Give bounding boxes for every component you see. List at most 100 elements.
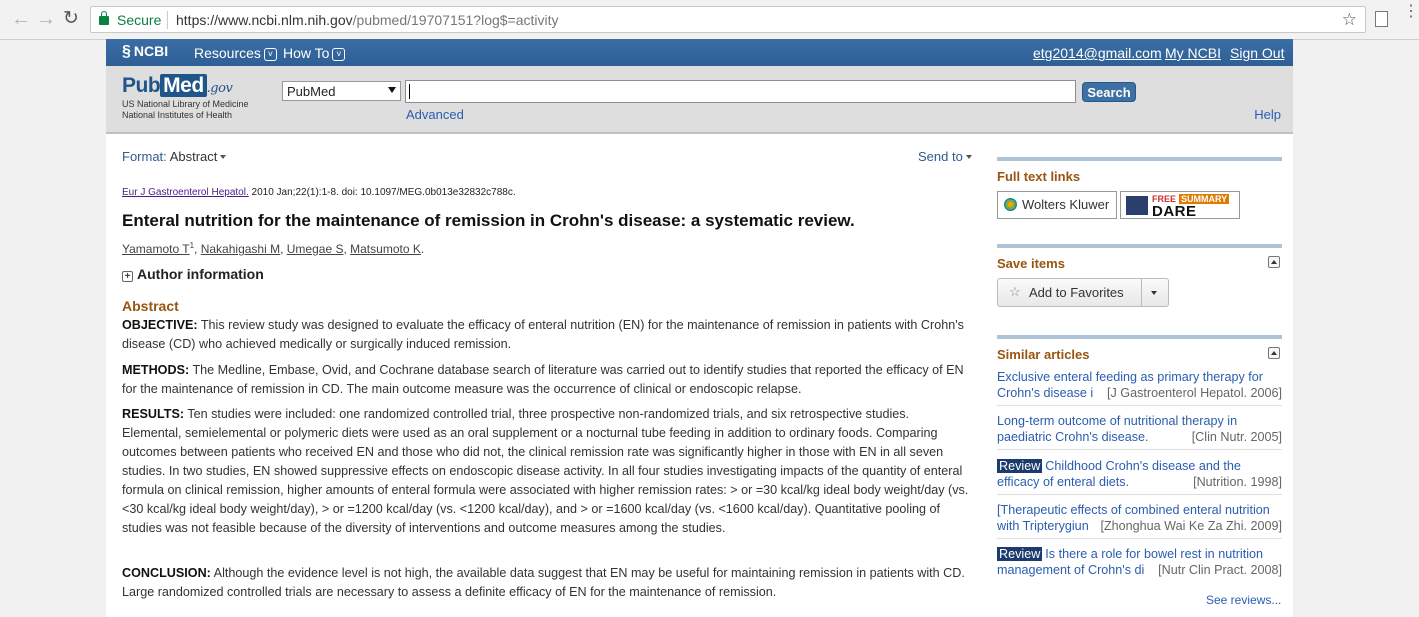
- resources-menu[interactable]: Resources ˅: [194, 45, 277, 61]
- caret-down-icon: [965, 155, 972, 159]
- full-text-links-heading: Full text links: [997, 169, 1081, 184]
- database-select[interactable]: PubMed: [282, 81, 401, 101]
- reload-icon[interactable]: ↻: [63, 9, 79, 29]
- caret-down-icon[interactable]: [1151, 291, 1157, 295]
- journal-link[interactable]: Eur J Gastroenterol Hepatol.: [122, 187, 249, 198]
- send-to-menu[interactable]: Send to: [918, 149, 972, 164]
- ncbi-helix-icon: §: [122, 43, 131, 60]
- section-label: METHODS:: [122, 363, 190, 377]
- section-text: The Medline, Embase, Ovid, and Cochrane …: [122, 363, 964, 396]
- browser-menu-icon[interactable]: ⋮: [1403, 4, 1419, 20]
- caret-down-icon: [220, 155, 227, 159]
- ncbi-brand: NCBI: [133, 43, 169, 59]
- similar-articles-heading: Similar articles: [997, 347, 1090, 362]
- text-cursor: [409, 84, 410, 99]
- add-to-favorites-button[interactable]: ☆ Add to Favorites: [997, 278, 1169, 307]
- expand-plus-icon: +: [122, 271, 133, 282]
- similar-source: [Nutr Clin Pract. 2008]: [1158, 563, 1282, 577]
- citation-line: Eur J Gastroenterol Hepatol. 2010 Jan;22…: [122, 187, 516, 198]
- abstract-heading: Abstract: [122, 298, 179, 314]
- browser-toolbar: ← → ↻ Secure https://www.ncbi.nlm.nih.go…: [0, 0, 1419, 40]
- author-link[interactable]: Yamamoto T: [122, 242, 190, 256]
- dare-wordmark: DARE: [1152, 203, 1197, 220]
- pubmed-logo[interactable]: Pub Med .gov US National Library of Medici…: [122, 74, 249, 120]
- forward-arrow-icon[interactable]: →: [36, 9, 56, 29]
- similar-article-link[interactable]: Review Childhood Crohn's disease and the e…: [997, 458, 1282, 490]
- similar-line1: Exclusive enteral feeding as primary the…: [997, 370, 1263, 384]
- author-link[interactable]: Matsumoto K: [350, 242, 421, 256]
- my-ncbi-link[interactable]: My NCBI: [1165, 45, 1221, 61]
- section-label: OBJECTIVE:: [122, 318, 198, 332]
- dare-logo-icon: [1126, 196, 1148, 215]
- similar-source: [Clin Nutr. 2005]: [1191, 430, 1282, 444]
- abstract-methods: METHODS: The Medline, Embase, Ovid, and …: [122, 361, 972, 399]
- search-button[interactable]: Search: [1082, 82, 1136, 102]
- lock-icon: [99, 11, 109, 25]
- database-selected: PubMed: [287, 84, 336, 99]
- logo-pub: Pub: [122, 74, 161, 97]
- author-list: Yamamoto T1, Nakahigashi M, Umegae S, Ma…: [122, 241, 425, 256]
- help-link[interactable]: Help: [1254, 107, 1281, 122]
- logo-med: Med: [160, 74, 207, 97]
- abstract-conclusion: CONCLUSION: Although the evidence level …: [122, 564, 972, 602]
- button-divider: [1141, 279, 1142, 306]
- save-items-heading: Save items: [997, 256, 1065, 271]
- extension-page-icon[interactable]: [1375, 11, 1388, 27]
- account-email-link[interactable]: etg2014@gmail.com: [1033, 45, 1162, 61]
- review-badge: Review: [997, 547, 1043, 561]
- collapse-similar-articles-icon[interactable]: [1268, 347, 1280, 359]
- url-host: https://www.ncbi.nlm.nih.gov: [176, 12, 353, 28]
- similar-source: [Nutrition. 1998]: [1193, 475, 1282, 489]
- see-reviews-link[interactable]: See reviews...: [1206, 593, 1281, 607]
- similar-line1: Is there a role for bowel rest in nutrit…: [1045, 547, 1263, 561]
- format-label: Format:: [122, 149, 167, 164]
- sign-out-link[interactable]: Sign Out: [1230, 45, 1284, 61]
- author-information-toggle[interactable]: + Author information: [122, 266, 264, 282]
- similar-line2: with Tripterygiun: [997, 519, 1089, 533]
- similar-line2: efficacy of enteral diets.: [997, 475, 1130, 489]
- url-text[interactable]: https://www.ncbi.nlm.nih.gov/pubmed/1970…: [176, 12, 559, 28]
- section-label: RESULTS:: [122, 407, 185, 421]
- star-icon: ☆: [1009, 284, 1021, 299]
- list-divider: [997, 538, 1282, 539]
- similar-article-link[interactable]: Exclusive enteral feeding as primary the…: [997, 369, 1282, 401]
- similar-article-link[interactable]: Long-term outcome of nutritional therapy…: [997, 413, 1282, 445]
- similar-line2: paediatric Crohn's disease.: [997, 430, 1149, 444]
- bookmark-star-icon[interactable]: ☆: [1342, 10, 1357, 30]
- resources-label: Resources: [194, 45, 261, 61]
- collapse-save-items-icon[interactable]: [1268, 256, 1280, 268]
- sidebar-divider: [997, 157, 1282, 161]
- author-link[interactable]: Nakahigashi M: [201, 242, 280, 256]
- url-path: /pubmed/19707151?log$=activity: [352, 12, 559, 28]
- search-bar: Pub Med .gov US National Library of Medici…: [106, 66, 1293, 134]
- secure-label: Secure: [117, 12, 162, 28]
- ncbi-logo[interactable]: § NCBI: [122, 43, 168, 61]
- back-arrow-icon[interactable]: ←: [11, 9, 31, 29]
- author-link[interactable]: Umegae S: [287, 242, 344, 256]
- sidebar-divider: [997, 335, 1282, 339]
- list-divider: [997, 449, 1282, 450]
- wolters-kluwer-link[interactable]: Wolters Kluwer: [997, 191, 1117, 219]
- howto-menu[interactable]: How To ˅: [283, 45, 346, 61]
- similar-source: [J Gastroenterol Hepatol. 2006]: [1106, 386, 1282, 400]
- dare-summary-link[interactable]: FREE SUMMARY DARE: [1120, 191, 1240, 220]
- logo-subtitle-nlm: US National Library of Medicine: [122, 99, 249, 109]
- similar-line1: Childhood Crohn's disease and the: [1045, 459, 1241, 473]
- advanced-search-link[interactable]: Advanced: [406, 107, 464, 122]
- sidebar-divider: [997, 244, 1282, 248]
- similar-line2: management of Crohn's di: [997, 563, 1145, 577]
- address-bar[interactable]: Secure https://www.ncbi.nlm.nih.gov/pubm…: [90, 6, 1366, 33]
- similar-article-link[interactable]: [Therapeutic effects of combined enteral…: [997, 502, 1282, 534]
- similar-line2: Crohn's disease i: [997, 386, 1094, 400]
- howto-label: How To: [283, 45, 330, 61]
- pubmed-page: § NCBI Resources ˅ How To ˅ etg2014@gmail.c…: [106, 39, 1293, 617]
- abstract-objective: OBJECTIVE: This review study was designe…: [122, 316, 972, 354]
- address-divider: [167, 11, 168, 29]
- format-selector[interactable]: Format: Abstract: [122, 149, 227, 164]
- similar-article-link[interactable]: Review Is there a role for bowel rest in …: [997, 546, 1282, 578]
- chevron-down-icon: ˅: [332, 48, 346, 61]
- format-value: Abstract: [169, 149, 218, 164]
- search-input[interactable]: [405, 80, 1076, 103]
- similar-line1: [Therapeutic effects of combined enteral…: [997, 503, 1270, 517]
- review-badge: Review: [997, 459, 1043, 473]
